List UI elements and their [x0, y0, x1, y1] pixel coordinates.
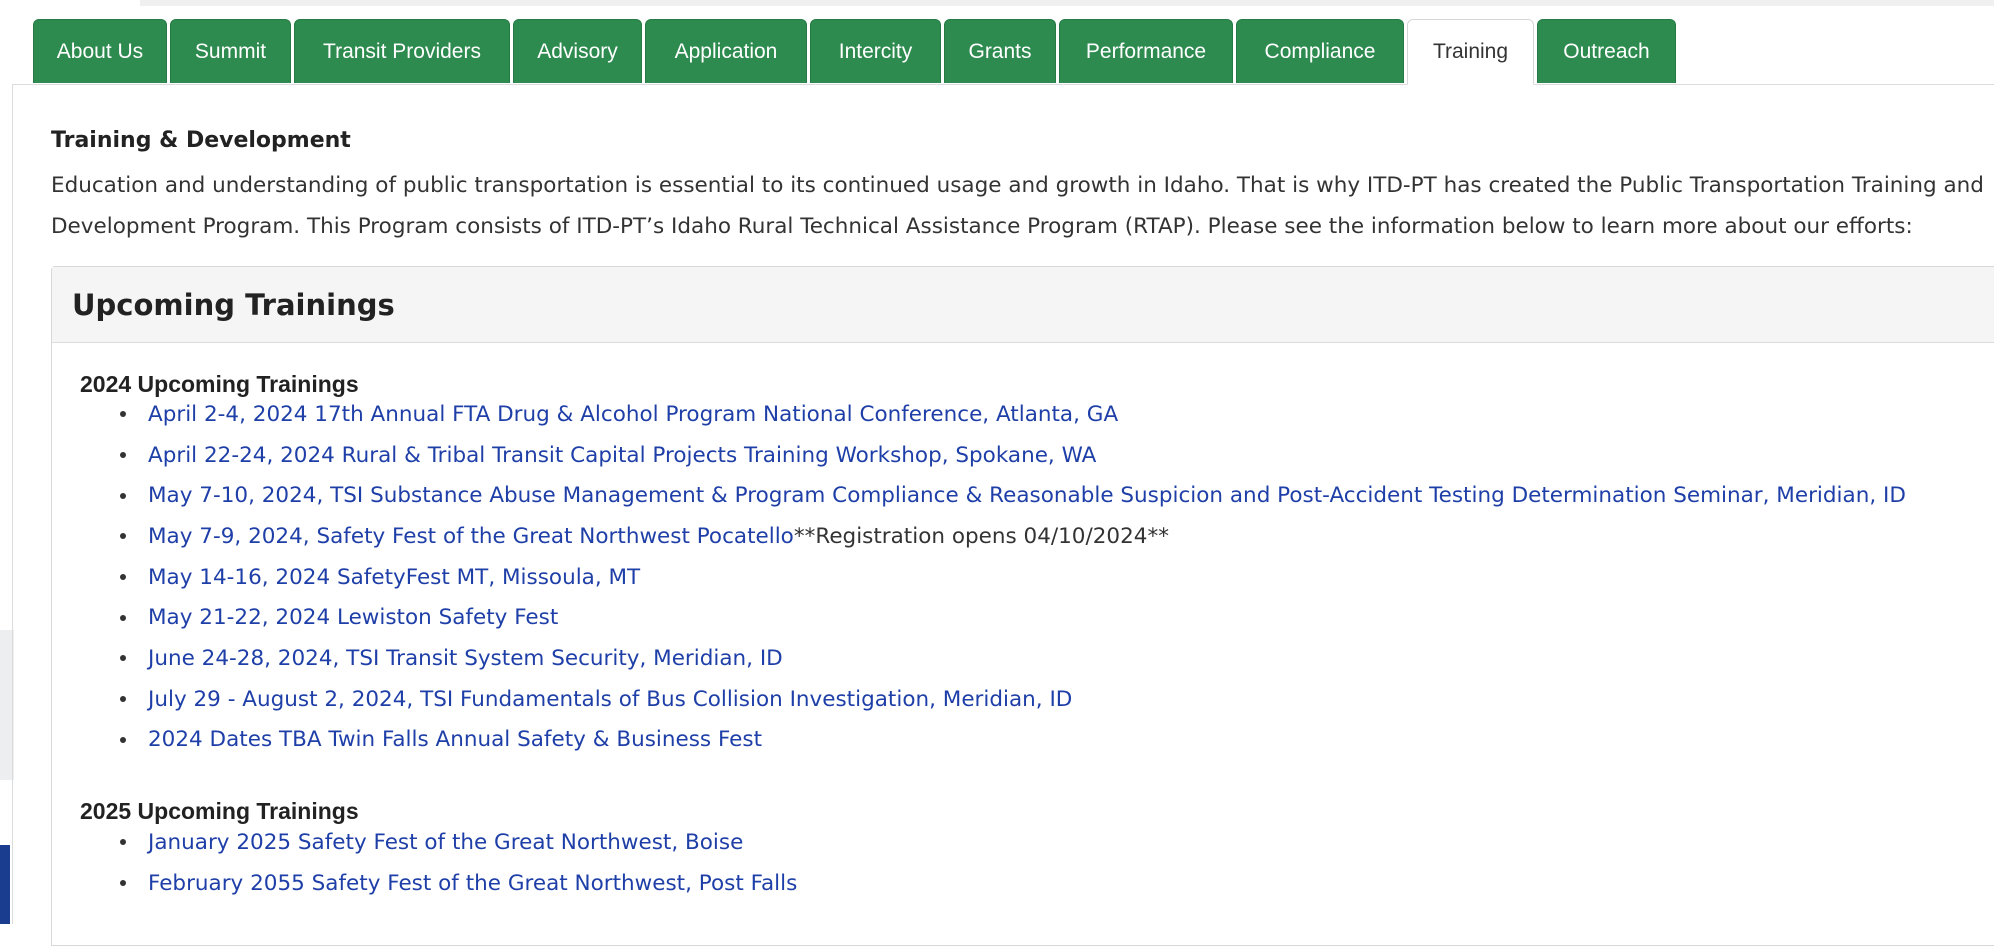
tab-summit[interactable]: Summit [170, 19, 291, 83]
upcoming-trainings-panel: Upcoming Trainings 2024 Upcoming Trainin… [51, 266, 1994, 946]
list-item: April 22-24, 2024 Rural & Tribal Transit… [112, 435, 1906, 476]
section-title: Training & Development [51, 128, 351, 153]
bullet-icon [120, 696, 126, 703]
list-item: May 7-9, 2024, Safety Fest of the Great … [112, 516, 1906, 557]
training-link[interactable]: April 2-4, 2024 17th Annual FTA Drug & A… [148, 402, 1118, 427]
tab-grants[interactable]: Grants [944, 19, 1056, 83]
training-list-2025: January 2025 Safety Fest of the Great No… [112, 822, 797, 903]
tab-bar: About Us Summit Transit Providers Adviso… [33, 19, 1676, 85]
bullet-icon [120, 655, 126, 662]
tab-content: Training & Development Education and und… [12, 84, 1994, 946]
bullet-icon [120, 614, 126, 621]
bullet-icon [120, 452, 126, 459]
list-item: 2024 Dates TBA Twin Falls Annual Safety … [112, 720, 1906, 761]
bullet-icon [120, 492, 126, 499]
training-link[interactable]: February 2055 Safety Fest of the Great N… [148, 871, 797, 896]
tab-performance[interactable]: Performance [1059, 19, 1233, 83]
training-list-2024: April 2-4, 2024 17th Annual FTA Drug & A… [112, 394, 1906, 760]
tab-intercity[interactable]: Intercity [810, 19, 941, 83]
bullet-icon [120, 880, 126, 887]
top-strip [140, 0, 1994, 6]
training-link[interactable]: May 14-16, 2024 SafetyFest MT, Missoula,… [148, 565, 640, 590]
tab-compliance[interactable]: Compliance [1236, 19, 1404, 83]
bullet-icon [120, 411, 126, 418]
tab-outreach[interactable]: Outreach [1537, 19, 1676, 83]
bullet-icon [120, 533, 126, 540]
list-item: May 14-16, 2024 SafetyFest MT, Missoula,… [112, 557, 1906, 598]
bullet-icon [120, 839, 126, 846]
list-item: May 7-10, 2024, TSI Substance Abuse Mana… [112, 475, 1906, 516]
panel-header: Upcoming Trainings [52, 267, 1994, 343]
training-link[interactable]: July 29 - August 2, 2024, TSI Fundamenta… [148, 687, 1072, 712]
training-link[interactable]: 2024 Dates TBA Twin Falls Annual Safety … [148, 727, 762, 752]
list-item: July 29 - August 2, 2024, TSI Fundamenta… [112, 679, 1906, 720]
tab-application[interactable]: Application [645, 19, 807, 83]
training-link[interactable]: June 24-28, 2024, TSI Transit System Sec… [148, 646, 783, 671]
bullet-icon [120, 574, 126, 581]
year-heading-2025: 2025 Upcoming Trainings [80, 798, 359, 824]
list-item: May 21-22, 2024 Lewiston Safety Fest [112, 597, 1906, 638]
registration-note: **Registration opens 04/10/2024** [793, 523, 1169, 549]
training-link[interactable]: May 21-22, 2024 Lewiston Safety Fest [148, 605, 558, 630]
list-item: January 2025 Safety Fest of the Great No… [112, 822, 797, 863]
training-link[interactable]: April 22-24, 2024 Rural & Tribal Transit… [148, 443, 1096, 468]
partial-logo [0, 845, 10, 924]
tab-training[interactable]: Training [1407, 19, 1534, 85]
panel-title: Upcoming Trainings [72, 287, 395, 322]
bullet-icon [120, 736, 126, 743]
training-link[interactable]: May 7-10, 2024, TSI Substance Abuse Mana… [148, 483, 1906, 508]
training-link[interactable]: May 7-9, 2024, Safety Fest of the Great … [148, 524, 794, 549]
list-item: February 2055 Safety Fest of the Great N… [112, 863, 797, 904]
training-link[interactable]: January 2025 Safety Fest of the Great No… [148, 830, 743, 855]
tab-advisory[interactable]: Advisory [513, 19, 642, 83]
list-item: June 24-28, 2024, TSI Transit System Sec… [112, 638, 1906, 679]
intro-paragraph: Education and understanding of public tr… [51, 173, 1984, 239]
list-item: April 2-4, 2024 17th Annual FTA Drug & A… [112, 394, 1906, 435]
tab-about-us[interactable]: About Us [33, 19, 167, 83]
tab-transit-providers[interactable]: Transit Providers [294, 19, 510, 83]
